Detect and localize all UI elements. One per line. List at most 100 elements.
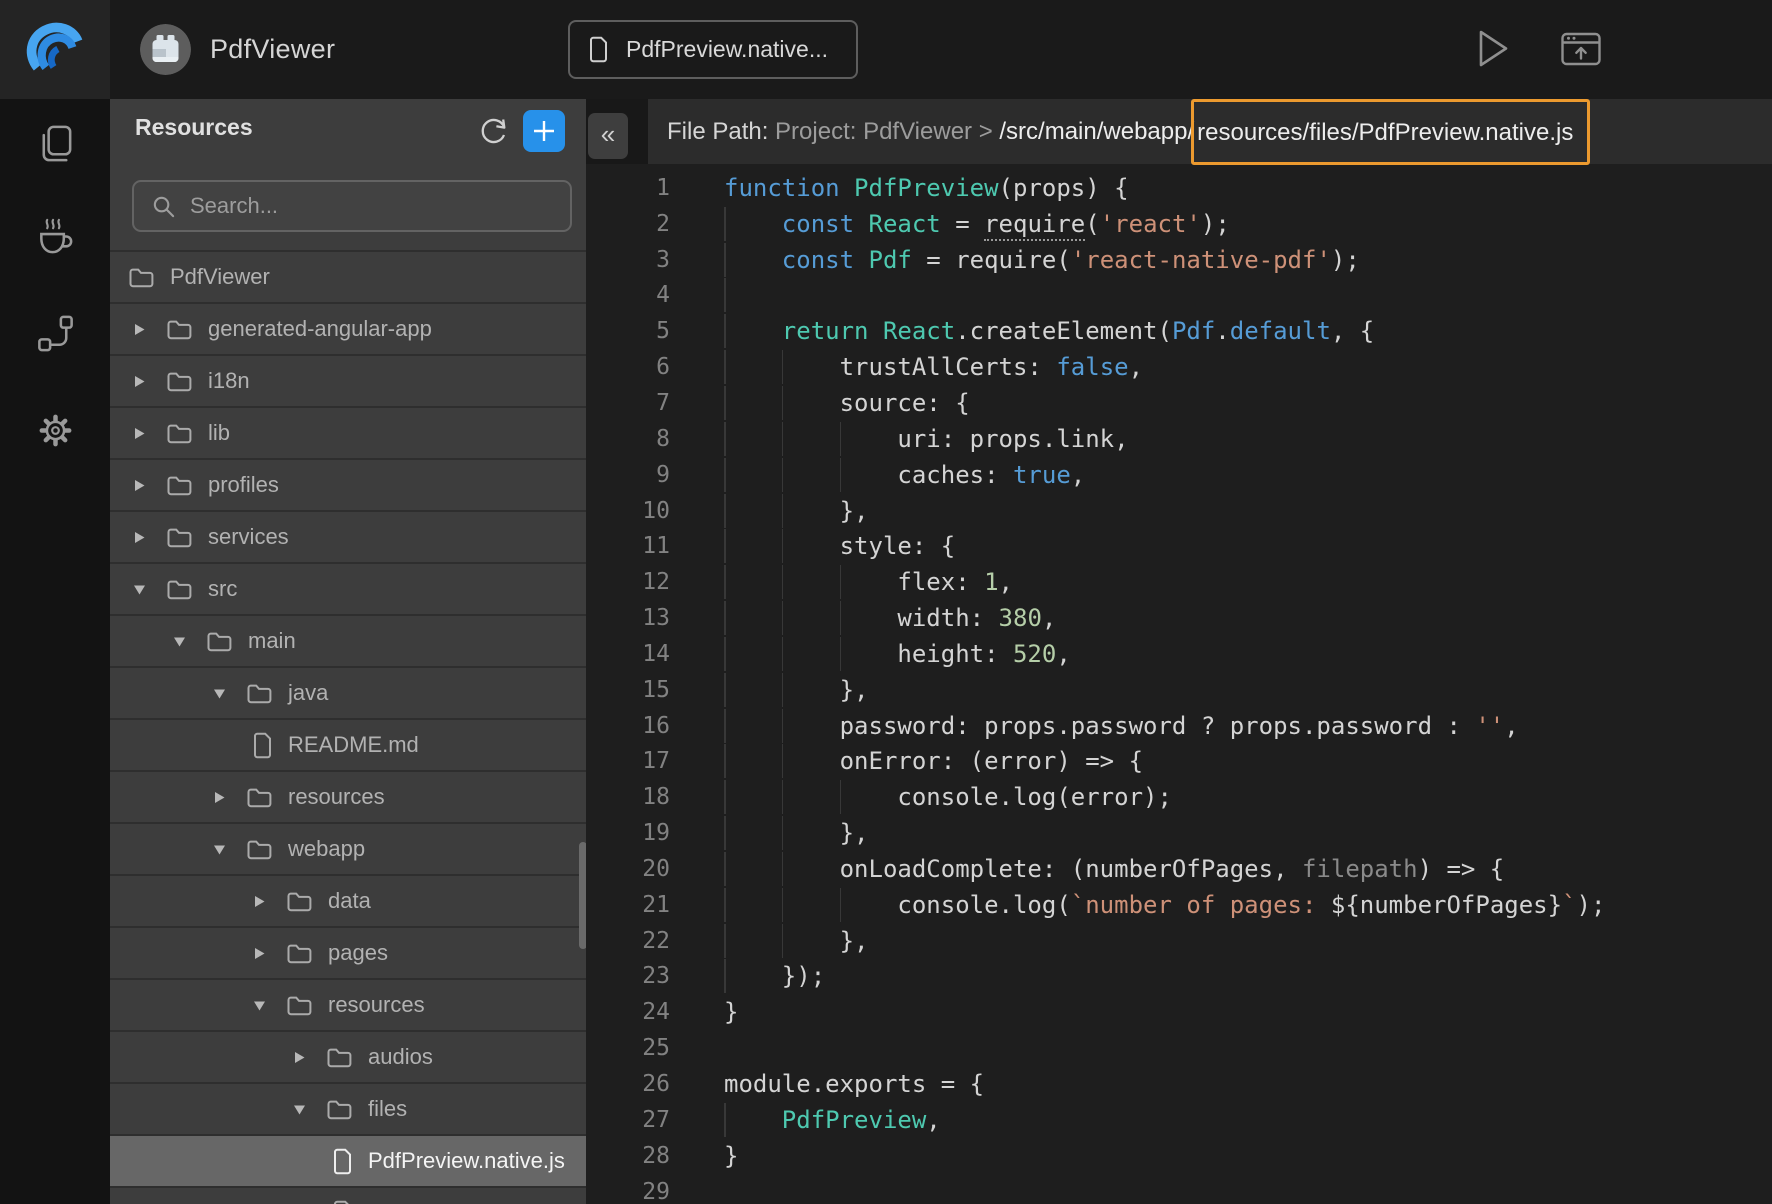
tree-item-label: src [208,576,237,602]
tree-row[interactable]: README.md [110,720,586,772]
code-text: console.log(`number of pages: ${numberOf… [724,891,1605,919]
indent-guide [840,422,842,456]
tree-row[interactable]: PdfViewer [110,252,586,304]
avatar[interactable] [140,24,191,75]
tree-row[interactable]: lib [110,408,586,460]
pages-icon[interactable] [34,122,77,165]
tree-indent [110,1005,252,1006]
code-line: 24} [586,994,1772,1030]
tree-row[interactable]: generated-angular-app [110,304,586,356]
line-number: 7 [586,390,670,416]
chevron-right-icon[interactable] [252,946,267,961]
left-rail [0,99,110,1204]
code-text: const React = require('react'); [724,210,1230,238]
code-line: 19 }, [586,815,1772,851]
line-number: 28 [586,1143,670,1169]
chevron-right-icon[interactable] [212,790,227,805]
tree-row[interactable]: java [110,668,586,720]
indent-guide [782,601,784,635]
tree-scrollbar[interactable] [579,842,586,949]
refresh-icon [476,114,511,149]
line-number: 8 [586,426,670,452]
tree-row[interactable]: profiles [110,460,586,512]
code-text: width: 380, [724,604,1056,632]
app-logo-tile[interactable] [0,0,110,99]
chevron-right-icon[interactable] [132,374,147,389]
tree-indent [110,485,132,486]
indent-guide [724,386,726,420]
file-icon [332,1200,353,1204]
code-line: 5 return React.createElement(Pdf.default… [586,313,1772,349]
code-line: 1function PdfPreview(props) { [586,170,1772,206]
tree-row[interactable]: data [110,876,586,928]
chevron-down-icon[interactable] [252,998,267,1013]
tree-row-selected[interactable]: PdfPreview.native.js [110,1136,586,1188]
chevron-down-icon[interactable] [212,842,227,857]
tree-row[interactable]: src [110,564,586,616]
chevron-down-icon[interactable] [132,582,147,597]
code-text: } [724,998,738,1026]
line-number: 9 [586,462,670,488]
search-input[interactable]: Search... [132,180,572,232]
tree-row[interactable]: resources [110,980,586,1032]
indent-guide [840,458,842,492]
chevron-down-icon[interactable] [292,1102,307,1117]
tree-row[interactable]: audios [110,1032,586,1084]
chevron-down-icon[interactable] [172,634,187,649]
chevron-right-icon[interactable] [252,894,267,909]
indent-guide [782,744,784,778]
play-icon [1477,28,1510,69]
code-line: 28} [586,1138,1772,1174]
tree-item-label: files [368,1096,407,1122]
tree-row[interactable]: pages [110,928,586,980]
editor-area: « File Path: Project: PdfViewer > /src/m… [586,99,1772,1204]
tree-indent [110,433,132,434]
chevron-right-icon[interactable] [132,426,147,441]
tab-open-file[interactable]: PdfPreview.native... [568,20,858,79]
gear-icon[interactable] [34,409,77,452]
flow-icon[interactable] [34,312,77,355]
code-line: 18 console.log(error); [586,779,1772,815]
folder-icon [246,682,273,705]
chevron-down-icon[interactable] [212,686,227,701]
code-line: 8 uri: props.link, [586,421,1772,457]
code-text: PdfPreview, [724,1106,941,1134]
tree-row[interactable]: main [110,616,586,668]
code-line: 11 style: { [586,528,1772,564]
tree-item-label: data [328,888,371,914]
publish-button[interactable] [1559,27,1603,71]
tree-row[interactable]: services [110,512,586,564]
chevron-right-icon[interactable] [292,1050,307,1065]
tree-row[interactable]: i18n [110,356,586,408]
coffee-icon[interactable] [34,216,77,259]
tree-row[interactable] [110,1188,586,1204]
tree-row[interactable]: resources [110,772,586,824]
code-text: onError: (error) => { [724,747,1143,775]
run-button[interactable] [1477,28,1510,69]
collapse-panel-button[interactable]: « [588,113,628,159]
top-bar: PdfViewer PdfPreview.native... [0,0,1772,99]
chevron-right-icon[interactable] [132,530,147,545]
tree-row[interactable]: files [110,1084,586,1136]
line-number: 14 [586,641,670,667]
chevron-right-icon[interactable] [132,478,147,493]
tree-row[interactable]: webapp [110,824,586,876]
line-number: 6 [586,354,670,380]
line-number: 18 [586,784,670,810]
tree-indent [110,381,132,382]
code-line: 4 [586,278,1772,314]
code-viewer[interactable]: 1function PdfPreview(props) {2 const Rea… [586,164,1772,1204]
add-resource-button[interactable] [523,110,565,152]
indent-guide [782,673,784,707]
code-text: console.log(error); [724,783,1172,811]
line-number: 11 [586,533,670,559]
chevron-right-icon[interactable] [132,322,147,337]
indent-guide [782,565,784,599]
app-window: PdfViewer PdfPreview.native... Resources… [0,0,1772,1204]
code-text: const Pdf = require('react-native-pdf'); [724,246,1360,274]
panel-title: Resources [135,114,253,141]
indent-guide [782,852,784,886]
folder-icon [286,942,313,965]
refresh-button[interactable] [476,114,511,149]
line-number: 12 [586,569,670,595]
